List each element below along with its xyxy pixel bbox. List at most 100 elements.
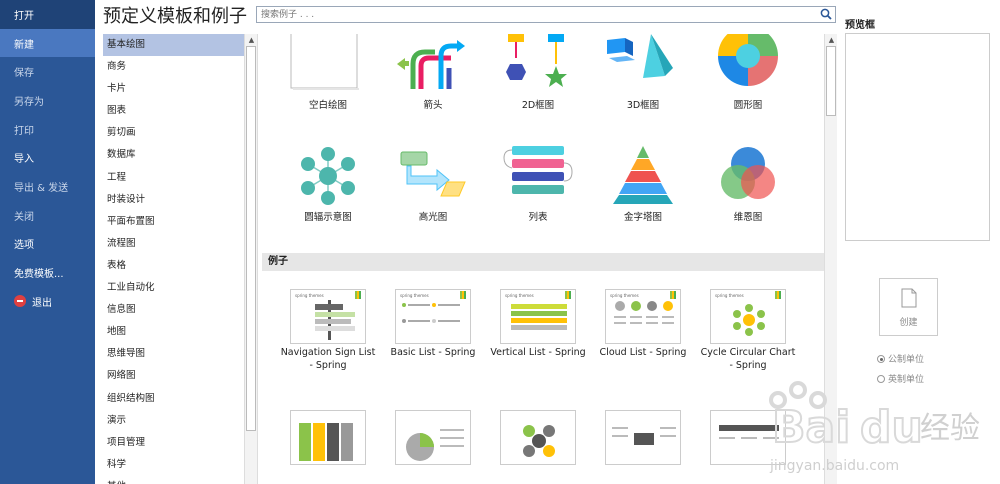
scroll-thumb[interactable]	[246, 46, 256, 431]
category-scrollbar[interactable]: ▲	[244, 34, 257, 484]
nav-new-label: 新建	[14, 39, 34, 51]
template-2d-block[interactable]: 2D框图	[488, 34, 588, 112]
scroll-up-icon[interactable]: ▲	[825, 34, 838, 46]
list-icon	[503, 146, 573, 194]
arrows-icon	[397, 40, 465, 89]
example-thumb-row2-4[interactable]	[593, 410, 693, 465]
radial-diagram-icon	[301, 147, 355, 205]
template-label: 空白绘图	[308, 100, 347, 111]
category-item[interactable]: 剪切画	[103, 122, 257, 144]
example-thumbnail	[395, 410, 471, 465]
category-item[interactable]: 工业自动化	[103, 277, 257, 299]
category-item[interactable]: 组织结构图	[103, 388, 257, 410]
svg-text:经验: 经验	[920, 411, 980, 446]
example-thumb-row2-3[interactable]	[488, 410, 588, 465]
template-gallery: 空白绘图 箭头 2D框图 3D框图 圆形图 圆辐示意图 高光图 列表 金字塔图 …	[262, 34, 824, 484]
example-cycle-circular-chart[interactable]: spring themes Cycle Circular Chart - Spr…	[698, 289, 798, 372]
category-item[interactable]: 商务	[103, 56, 257, 78]
example-thumb-row2-2[interactable]	[383, 410, 483, 465]
example-basic-list[interactable]: spring themes Basic List - Spring	[383, 289, 483, 359]
example-thumbnail: spring themes	[395, 289, 471, 344]
baidu-watermark-logo: Bai du 经验 jingyan.baidu.com	[769, 381, 980, 474]
category-item[interactable]: 流程图	[103, 233, 257, 255]
svg-text:jingyan.baidu.com: jingyan.baidu.com	[769, 458, 899, 474]
nav-new[interactable]: 新建	[0, 28, 95, 58]
category-item[interactable]: 图表	[103, 100, 257, 122]
template-label: 列表	[528, 212, 548, 223]
category-item[interactable]: 基本绘图	[103, 34, 257, 57]
category-item[interactable]: 表格	[103, 255, 257, 277]
nav-import[interactable]: 导入	[0, 143, 95, 172]
exit-icon	[14, 295, 26, 308]
nav-options-label: 选项	[14, 240, 34, 252]
nav-exit[interactable]: 退出	[0, 287, 95, 316]
example-vertical-list[interactable]: spring themes Vertical List - Spring	[488, 289, 588, 359]
create-label: 创建	[899, 318, 918, 328]
examples-section-header: 例子	[262, 253, 824, 271]
template-label: 圆辐示意图	[304, 212, 352, 223]
category-item[interactable]: 时装设计	[103, 189, 257, 211]
create-button[interactable]: 创建	[879, 278, 938, 336]
nav-options[interactable]: 选项	[0, 230, 95, 259]
category-item[interactable]: 网络图	[103, 365, 257, 387]
category-item[interactable]: 工程	[103, 167, 257, 189]
template-label: 箭头	[423, 100, 443, 111]
category-item[interactable]: 地图	[103, 321, 257, 343]
nav-print[interactable]: 打印	[0, 115, 95, 144]
nav-save[interactable]: 保存	[0, 57, 95, 86]
template-pyramid[interactable]: 金字塔图	[593, 146, 693, 224]
template-label: 金字塔图	[623, 212, 662, 223]
template-3d-block[interactable]: 3D框图	[593, 34, 693, 112]
nav-exit-label: 退出	[32, 297, 52, 309]
search-input[interactable]	[257, 7, 817, 22]
example-thumb-row2-1[interactable]	[278, 410, 378, 465]
category-item[interactable]: 演示	[103, 410, 257, 432]
example-thumbnail	[605, 410, 681, 465]
template-list[interactable]: 列表	[488, 146, 588, 224]
template-radial[interactable]: 圆辐示意图	[278, 146, 378, 224]
nav-open[interactable]: 打开	[0, 0, 95, 29]
category-list: 基本绘图 商务 卡片 图表 剪切画 数据库 工程 时装设计 平面布置图 流程图 表格 工业自动化 信息图…	[103, 34, 258, 484]
template-venn[interactable]: 维恩图	[698, 146, 798, 224]
new-document-icon	[901, 288, 916, 308]
example-thumbnail	[290, 410, 366, 465]
category-item[interactable]: 信息图	[103, 299, 257, 321]
example-thumbnail: spring themes	[500, 289, 576, 344]
template-circle[interactable]: 圆形图	[698, 34, 798, 112]
unit-metric-radio[interactable]: 公制单位	[877, 352, 924, 365]
category-item[interactable]: 科学	[103, 454, 257, 476]
template-label: 维恩图	[733, 212, 763, 223]
nav-free-templates-label: 免费模板...	[14, 269, 64, 281]
example-thumbnail: spring themes	[290, 289, 366, 344]
category-item[interactable]: 数据库	[103, 144, 257, 166]
venn-diagram-icon	[721, 147, 775, 199]
category-item[interactable]: 卡片	[103, 78, 257, 100]
example-cloud-list[interactable]: spring themes Cloud List - Spring	[593, 289, 693, 359]
template-highlight[interactable]: 高光图	[383, 146, 483, 224]
nav-free-templates[interactable]: 免费模板...	[0, 258, 95, 287]
scroll-thumb[interactable]	[826, 46, 836, 116]
nav-save-label: 保存	[14, 68, 34, 80]
scroll-up-icon[interactable]: ▲	[245, 34, 258, 46]
nav-export-send[interactable]: 导出 & 发送	[0, 172, 95, 201]
nav-close[interactable]: 关闭	[0, 201, 95, 230]
example-navigation-sign-list[interactable]: spring themes Navigation Sign List - Spr…	[278, 289, 378, 372]
template-arrows[interactable]: 箭头	[383, 34, 483, 112]
template-label: 3D框图	[626, 100, 660, 111]
search-icon[interactable]	[820, 8, 832, 20]
nav-save-as-label: 另存为	[14, 96, 44, 108]
2d-block-icon	[506, 34, 567, 87]
example-label: Cloud List - Spring	[599, 347, 687, 358]
svg-text:Bai: Bai	[772, 402, 850, 453]
category-item[interactable]: 思维导图	[103, 343, 257, 365]
search-box[interactable]	[256, 6, 836, 23]
template-blank[interactable]: 空白绘图	[278, 34, 378, 112]
category-item[interactable]: 平面布置图	[103, 211, 257, 233]
template-label: 高光图	[418, 212, 448, 223]
example-label: Navigation Sign List - Spring	[280, 347, 376, 371]
nav-save-as[interactable]: 另存为	[0, 86, 95, 115]
category-item[interactable]: 其他	[103, 476, 257, 484]
category-item[interactable]: 项目管理	[103, 432, 257, 454]
blank-drawing-icon	[290, 34, 359, 90]
example-label: Vertical List - Spring	[490, 347, 586, 358]
